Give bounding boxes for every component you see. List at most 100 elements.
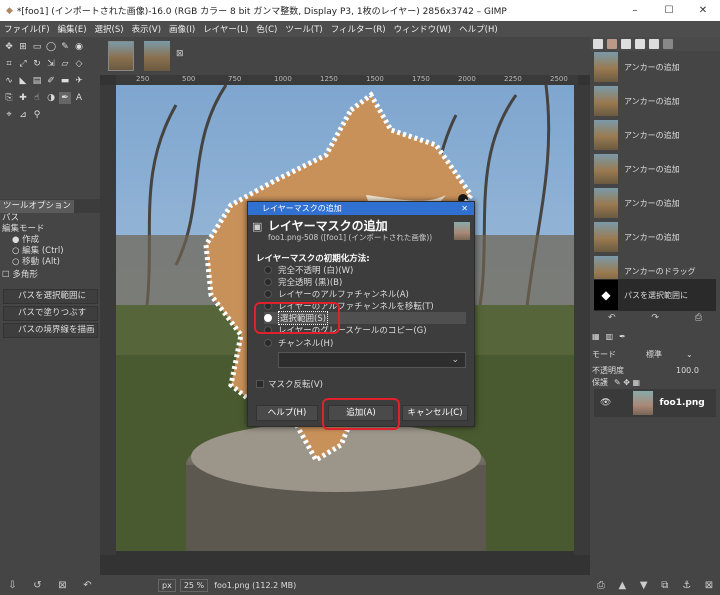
restore-options-icon[interactable]: ↺: [33, 580, 41, 591]
menu-layer[interactable]: レイヤー(L): [203, 23, 248, 35]
option-white[interactable]: 完全不透明 (白)(W): [264, 264, 466, 276]
clear-history-icon[interactable]: ⎙: [695, 313, 702, 323]
shear-tool-icon[interactable]: ▱: [59, 58, 71, 70]
align-tool-icon[interactable]: ⊞: [17, 41, 29, 53]
heal-tool-icon[interactable]: ✚: [17, 92, 29, 104]
lock-pixels-icon[interactable]: ✎ ✥ ▦: [614, 378, 640, 387]
visibility-eye-icon[interactable]: 👁: [600, 398, 611, 408]
paintbrush-icon[interactable]: ✐: [45, 75, 57, 87]
save-options-icon[interactable]: ⇩: [8, 580, 16, 591]
crop-tool-icon[interactable]: ⌗: [3, 58, 15, 70]
option-channel[interactable]: チャンネル(H): [264, 337, 466, 349]
brushes-tab-icon[interactable]: [593, 39, 603, 49]
warp-tool-icon[interactable]: ∿: [3, 75, 15, 87]
foreground-select-icon[interactable]: ◉: [73, 41, 85, 53]
fonts-tab-icon[interactable]: [621, 39, 631, 49]
fill-path-button[interactable]: パスで塗りつぶす: [3, 306, 98, 321]
clone-tool-icon[interactable]: ⎘: [3, 92, 15, 104]
paths-tab-icon[interactable]: ✒: [619, 332, 626, 341]
airbrush-icon[interactable]: ✈: [73, 75, 85, 87]
measure-tool-icon[interactable]: ⊿: [17, 109, 29, 121]
dodge-tool-icon[interactable]: ◑: [45, 92, 57, 104]
free-select-icon[interactable]: ✎: [59, 41, 71, 53]
menu-image[interactable]: 画像(I): [169, 23, 195, 35]
bucket-fill-icon[interactable]: ◣: [17, 75, 29, 87]
undo-icon[interactable]: ↶: [608, 313, 616, 323]
help-button[interactable]: ヘルプ(H): [256, 405, 318, 421]
undo-item[interactable]: アンカーの追加: [594, 221, 716, 253]
duplicate-layer-icon[interactable]: ⧉: [661, 580, 668, 591]
polygon-checkbox[interactable]: ☐ 多角形: [0, 270, 100, 281]
channel-select[interactable]: ⌄: [278, 352, 466, 368]
delete-layer-icon[interactable]: ⊠: [705, 580, 713, 591]
mode-move[interactable]: ○ 移動 (Alt): [0, 257, 100, 268]
zoom-select[interactable]: 25 %: [179, 578, 209, 592]
menu-help[interactable]: ヘルプ(H): [459, 23, 498, 35]
maximize-button[interactable]: ☐: [652, 0, 686, 21]
image-tab-2[interactable]: [144, 41, 170, 71]
zoom-tool-icon[interactable]: ⚲: [31, 109, 43, 121]
lower-layer-icon[interactable]: ▼: [640, 580, 648, 591]
images-tab-icon[interactable]: [649, 39, 659, 49]
mode-design[interactable]: ● 作成: [0, 235, 100, 246]
eraser-icon[interactable]: ▬: [59, 75, 71, 87]
menu-file[interactable]: ファイル(F): [4, 23, 50, 35]
path-to-selection-button[interactable]: パスを選択範囲に: [3, 289, 98, 304]
mode-edit[interactable]: ○ 編集 (Ctrl): [0, 246, 100, 257]
invert-mask-checkbox[interactable]: マスク反転(V): [256, 378, 323, 390]
undo-item[interactable]: アンカーの追加: [594, 187, 716, 219]
paths-tool-icon[interactable]: ✒: [59, 92, 71, 104]
stroke-path-button[interactable]: パスの境界線を描画: [3, 323, 98, 338]
tool-options-tab[interactable]: ツールオプション: [0, 199, 75, 213]
reset-options-icon[interactable]: ↶: [83, 580, 91, 591]
transform-tool-icon[interactable]: ⤢: [17, 58, 29, 70]
chevron-down-icon[interactable]: ⌄: [686, 350, 693, 359]
mode-select[interactable]: 標準: [646, 349, 686, 360]
menu-windows[interactable]: ウィンドウ(W): [394, 23, 452, 35]
undo-history-tab-icon[interactable]: [663, 39, 673, 49]
document-tab-icon[interactable]: [635, 39, 645, 49]
rect-select-icon[interactable]: ▭: [31, 41, 43, 53]
new-layer-icon[interactable]: ⎙: [597, 580, 605, 591]
close-button[interactable]: ✕: [686, 0, 720, 21]
redo-icon[interactable]: ↷: [651, 313, 659, 323]
menu-colors[interactable]: 色(C): [256, 23, 277, 35]
undo-item-current[interactable]: ◆ パスを選択範囲に: [594, 279, 716, 311]
text-tool-icon[interactable]: A: [73, 92, 85, 104]
menu-filters[interactable]: フィルター(R): [331, 23, 386, 35]
cancel-button[interactable]: キャンセル(C): [402, 405, 468, 421]
perspective-tool-icon[interactable]: ◇: [73, 58, 85, 70]
minimize-button[interactable]: –: [618, 0, 652, 21]
layers-tab-icon[interactable]: ▦: [592, 332, 600, 341]
move-tool-icon[interactable]: ✥: [3, 41, 15, 53]
image-tab-1[interactable]: [108, 41, 134, 71]
vertical-scrollbar[interactable]: [574, 85, 590, 555]
undo-item[interactable]: アンカーの追加: [594, 119, 716, 151]
scale-tool-icon[interactable]: ⇲: [45, 58, 57, 70]
option-black[interactable]: 完全透明 (黒)(B): [264, 276, 466, 288]
layer-row[interactable]: 👁 foo1.png: [594, 389, 716, 417]
patterns-tab-icon[interactable]: [607, 39, 617, 49]
close-tab-icon[interactable]: ⊠: [176, 49, 184, 59]
opacity-value[interactable]: 100.0: [676, 366, 699, 375]
ellipse-select-icon[interactable]: ◯: [45, 41, 57, 53]
dialog-close-icon[interactable]: ✕: [461, 202, 468, 215]
anchor-layer-icon[interactable]: ⚓: [682, 580, 691, 591]
menu-select[interactable]: 選択(S): [95, 23, 124, 35]
undo-item[interactable]: アンカーの追加: [594, 51, 716, 83]
channels-tab-icon[interactable]: ▥: [606, 332, 614, 341]
unit-select[interactable]: px: [158, 578, 176, 592]
layer-name[interactable]: foo1.png: [659, 398, 704, 408]
menu-tools[interactable]: ツール(T): [285, 23, 322, 35]
menu-view[interactable]: 表示(V): [132, 23, 161, 35]
color-picker-icon[interactable]: ⌖: [3, 109, 15, 121]
menu-edit[interactable]: 編集(E): [58, 23, 87, 35]
undo-item[interactable]: アンカーの追加: [594, 85, 716, 117]
raise-layer-icon[interactable]: ▲: [619, 580, 627, 591]
gradient-tool-icon[interactable]: ▤: [31, 75, 43, 87]
option-alpha[interactable]: レイヤーのアルファチャンネル(A): [264, 288, 466, 300]
undo-item[interactable]: アンカーの追加: [594, 153, 716, 185]
smudge-tool-icon[interactable]: ☝: [31, 92, 43, 104]
delete-options-icon[interactable]: ⊠: [58, 580, 66, 591]
rotate-tool-icon[interactable]: ↻: [31, 58, 43, 70]
